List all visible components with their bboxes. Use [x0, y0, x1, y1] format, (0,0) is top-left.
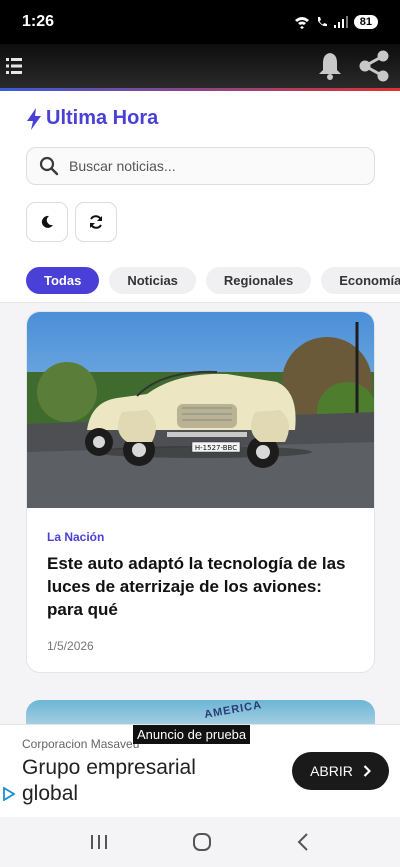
ad-open-button[interactable]: ABRIR	[292, 752, 389, 790]
ad-test-label: Anuncio de prueba	[133, 725, 251, 744]
search-input[interactable]	[69, 158, 349, 174]
recent-apps-icon[interactable]	[90, 834, 108, 850]
notification-bell-icon[interactable]	[316, 51, 344, 81]
license-plate: H-1527-BBC	[195, 444, 237, 452]
dark-mode-button[interactable]	[26, 202, 68, 242]
header: Ultima Hora Todas Noticias Regionales Ec…	[0, 91, 400, 303]
call-icon	[317, 17, 327, 27]
tab-noticias[interactable]: Noticias	[109, 267, 196, 294]
article-title[interactable]: Este auto adaptó la tecnología de las lu…	[47, 552, 359, 621]
ad-headline[interactable]: Grupo empresarial global	[22, 755, 252, 807]
brand-title: Ultima Hora	[46, 107, 159, 129]
adchoices-play-icon[interactable]	[3, 787, 15, 801]
back-icon[interactable]	[296, 832, 310, 852]
refresh-icon	[90, 215, 102, 229]
tab-economia[interactable]: Economía	[321, 267, 400, 294]
search-bar[interactable]	[26, 147, 375, 185]
app-bar	[0, 44, 400, 88]
status-icons: 81	[294, 15, 378, 29]
home-icon[interactable]	[192, 832, 212, 852]
article-card[interactable]: H-1527-BBC La Nación Este auto adaptó la…	[26, 311, 375, 673]
article-image-2-text: AMERICA	[203, 700, 263, 721]
moon-icon	[41, 215, 53, 228]
status-time: 1:26	[22, 13, 55, 30]
battery-indicator: 81	[353, 15, 378, 29]
menu-icon[interactable]	[6, 56, 22, 76]
article-date: 1/5/2026	[47, 639, 94, 653]
system-nav-bar	[0, 817, 400, 867]
status-bar: 1:26 81	[0, 0, 400, 44]
app-bar-actions	[316, 49, 394, 83]
article-source: La Nación	[47, 530, 105, 544]
wifi-icon	[294, 17, 309, 29]
tab-todas[interactable]: Todas	[26, 267, 100, 294]
share-icon[interactable]	[356, 49, 392, 83]
ad-open-label: ABRIR	[310, 763, 353, 779]
article-image: H-1527-BBC	[27, 312, 374, 508]
ad-advertiser: Corporacion Masaveu	[22, 737, 140, 751]
search-icon	[39, 156, 59, 176]
app-screen: 1:26 81 Ultima Hora Buscar noticias... T…	[0, 0, 400, 867]
signal-icon	[333, 16, 348, 28]
refresh-button[interactable]	[75, 202, 117, 242]
category-tabs: Todas Noticias Regionales Economía	[26, 267, 400, 294]
lightning-bolt-icon	[27, 107, 41, 130]
tab-regionales[interactable]: Regionales	[205, 267, 312, 294]
brand: Ultima Hora	[26, 107, 158, 130]
chevron-right-icon	[363, 765, 371, 777]
